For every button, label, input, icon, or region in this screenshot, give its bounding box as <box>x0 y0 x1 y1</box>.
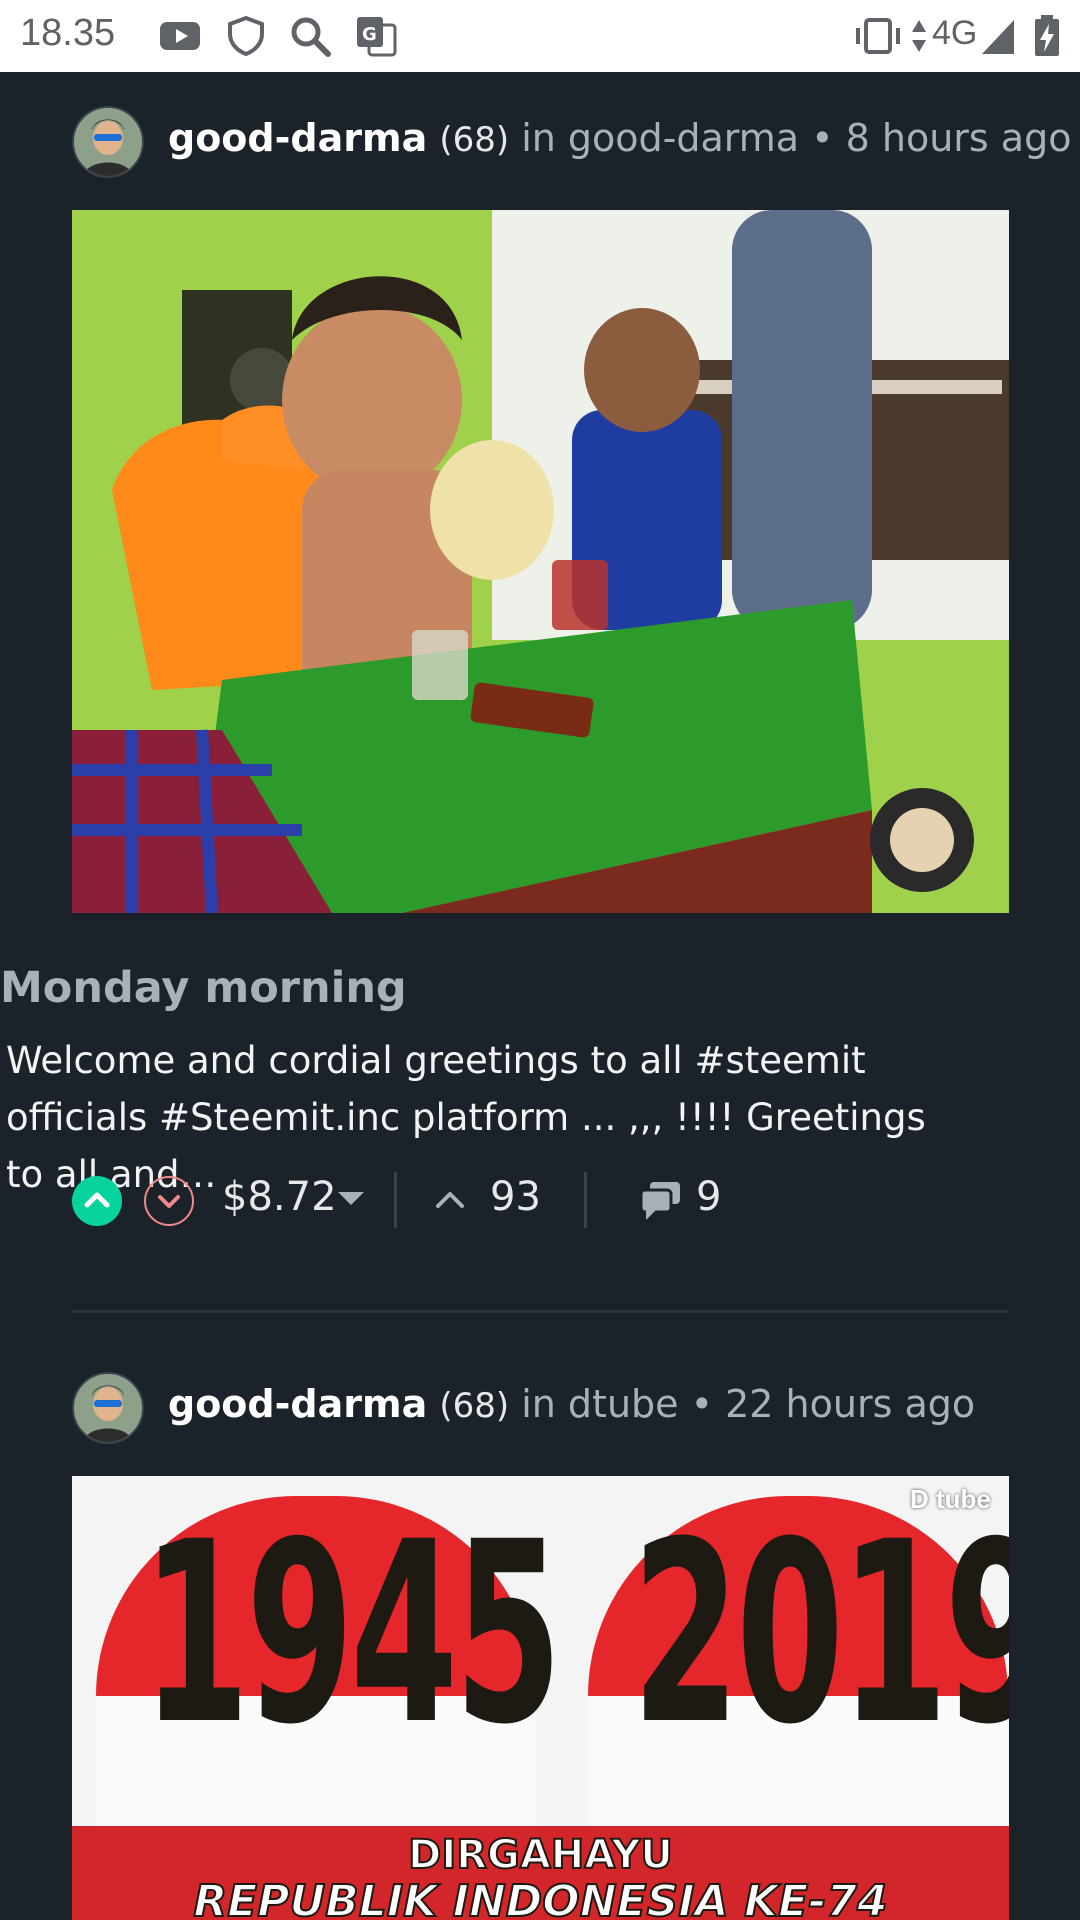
author-reputation: (68) <box>439 120 510 160</box>
post-thumbnail[interactable]: 1945 2019 D tube DIRGAHAYU REPUBLIK INDO… <box>72 1476 1009 1920</box>
shield-icon <box>228 15 264 57</box>
post-author-row: good-darma (68) in good-darma • 8 hours … <box>72 106 1071 178</box>
post-title[interactable]: Monday morning <box>0 963 407 1013</box>
payout-value[interactable]: $8.72 <box>222 1174 337 1220</box>
battery-icon <box>1035 15 1059 56</box>
caret-down-icon[interactable] <box>338 1192 364 1205</box>
translate-icon: G <box>357 17 397 57</box>
downvote-icon <box>158 1195 180 1208</box>
upvote-icon <box>84 1192 110 1208</box>
avatar[interactable] <box>72 1372 144 1444</box>
post-divider <box>72 1310 1009 1313</box>
year-left: 1945 <box>142 1488 562 1779</box>
author-name[interactable]: good-darma <box>168 116 427 160</box>
author-line: good-darma (68) in good-darma • 8 hours … <box>168 116 1071 160</box>
downvote-button[interactable] <box>144 1176 194 1226</box>
votes-count[interactable]: 93 <box>490 1174 541 1220</box>
status-bar: 18.35 G 4G <box>0 0 1080 72</box>
post-thumbnail[interactable] <box>72 210 1009 913</box>
banner-line2: REPUBLIK INDONESIA KE-74 <box>192 1875 888 1920</box>
post-meta[interactable]: in good-darma • 8 hours ago <box>521 116 1071 160</box>
post-thumbnail-image <box>72 210 1009 913</box>
post-meta[interactable]: in dtube • 22 hours ago <box>521 1382 975 1426</box>
status-time: 18.35 <box>20 12 116 54</box>
action-separator <box>394 1172 397 1228</box>
votes-chevron-icon[interactable] <box>434 1184 466 1216</box>
signal-icon <box>982 20 1014 54</box>
comments-icon[interactable] <box>638 1178 684 1224</box>
vibrate-icon <box>856 18 900 54</box>
dtube-watermark: D tube <box>910 1484 991 1514</box>
avatar[interactable] <box>72 106 144 178</box>
action-separator <box>584 1172 587 1228</box>
network-type: 4G <box>932 14 978 52</box>
post-actions: $8.72 93 9 <box>72 1170 1009 1234</box>
author-name[interactable]: good-darma <box>168 1382 427 1426</box>
youtube-icon <box>160 22 200 50</box>
upvote-button[interactable] <box>72 1176 122 1226</box>
search-icon <box>291 17 331 57</box>
author-reputation: (68) <box>439 1386 510 1426</box>
comments-count[interactable]: 9 <box>696 1174 721 1220</box>
banner-line1: DIRGAHAYU <box>407 1831 674 1879</box>
year-right: 2019 <box>632 1488 1009 1779</box>
post-author-row: good-darma (68) in dtube • 22 hours ago <box>72 1372 1009 1444</box>
author-line: good-darma (68) in dtube • 22 hours ago <box>168 1382 975 1426</box>
data-arrows-icon <box>912 20 926 52</box>
svg-text:G: G <box>362 24 377 45</box>
